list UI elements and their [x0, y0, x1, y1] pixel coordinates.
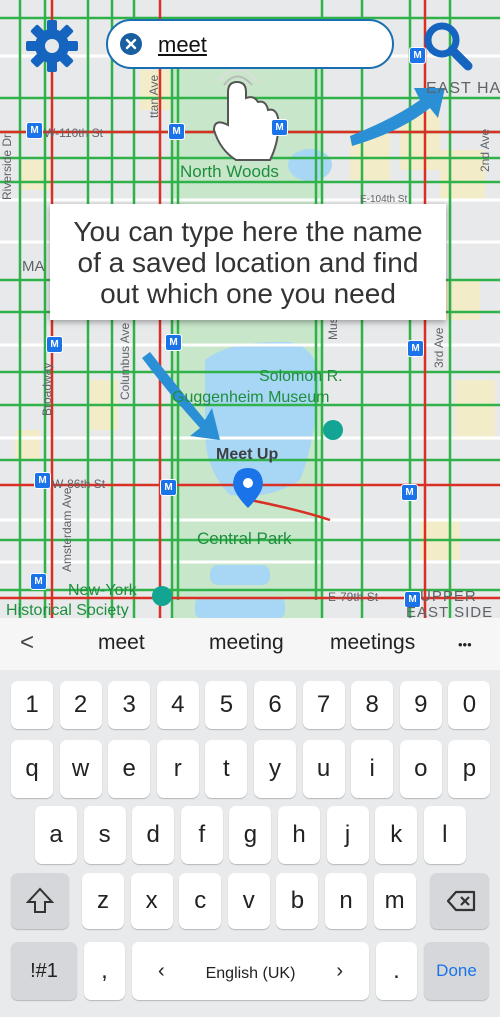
- clear-search-button[interactable]: [120, 33, 142, 55]
- park-label-north-woods: North Woods: [180, 162, 279, 181]
- key[interactable]: 0: [448, 681, 491, 729]
- tooltip-text-line: You can type here the name: [73, 216, 423, 247]
- key[interactable]: 1: [11, 681, 53, 729]
- shift-key[interactable]: [11, 873, 69, 929]
- metro-icon[interactable]: M: [407, 340, 424, 357]
- tooltip-text-line: of a saved location and find: [77, 247, 419, 278]
- street-label: 2nd Ave: [478, 128, 492, 172]
- street-label: Riverside Dr: [0, 133, 14, 200]
- metro-icon[interactable]: M: [30, 573, 47, 590]
- settings-button[interactable]: [24, 18, 80, 74]
- tooltip-text-line: out which one you need: [100, 278, 396, 309]
- key[interactable]: 3: [108, 681, 151, 729]
- key[interactable]: 5: [205, 681, 248, 729]
- period-key[interactable]: .: [376, 942, 417, 1000]
- neighborhood-label: EAST HA: [426, 80, 500, 97]
- metro-icon[interactable]: M: [168, 123, 185, 140]
- key[interactable]: p: [448, 740, 491, 798]
- key[interactable]: z: [82, 873, 124, 929]
- neighborhood-label: EAST SIDE: [406, 604, 494, 618]
- key[interactable]: y: [254, 740, 296, 798]
- key[interactable]: v: [227, 873, 270, 929]
- gear-icon: [26, 20, 78, 72]
- key[interactable]: w: [59, 740, 102, 798]
- key[interactable]: 8: [351, 681, 394, 729]
- key[interactable]: 9: [399, 681, 442, 729]
- key[interactable]: s: [83, 806, 126, 864]
- key[interactable]: l: [423, 806, 466, 864]
- metro-icon[interactable]: M: [34, 472, 51, 489]
- neighborhood-label: MA: [22, 258, 45, 275]
- key[interactable]: h: [278, 806, 320, 864]
- place-label: Historical Society: [6, 602, 129, 618]
- comma-key[interactable]: ,: [84, 942, 125, 1000]
- key[interactable]: k: [375, 806, 418, 864]
- key[interactable]: u: [302, 740, 345, 798]
- street-label: Columbus Ave: [118, 322, 132, 400]
- metro-icon[interactable]: M: [160, 479, 177, 496]
- park-label-central-park: Central Park: [197, 529, 292, 548]
- street-label: 3rd Ave: [432, 327, 446, 368]
- street-label: Broadway: [40, 362, 54, 416]
- metro-icon[interactable]: M: [165, 334, 182, 351]
- space-label: English (UK): [205, 965, 296, 982]
- key[interactable]: q: [11, 740, 53, 798]
- key[interactable]: f: [180, 806, 223, 864]
- key[interactable]: 7: [302, 681, 345, 729]
- backspace-key[interactable]: [430, 873, 489, 929]
- key[interactable]: d: [132, 806, 175, 864]
- key[interactable]: t: [205, 740, 248, 798]
- metro-icon[interactable]: M: [271, 119, 288, 136]
- keyboard: !#1 , ‹ English (UK) › . Done 1234567890…: [0, 670, 500, 1017]
- space-left-arrow[interactable]: ‹: [158, 942, 165, 1000]
- street-label: W-110th St: [44, 126, 103, 140]
- shift-icon: [25, 887, 55, 913]
- space-key[interactable]: ‹ English (UK) ›: [132, 942, 369, 1000]
- metro-icon[interactable]: M: [401, 484, 418, 501]
- museum-label: Guggenheim Museum: [172, 389, 330, 406]
- key[interactable]: m: [373, 873, 416, 929]
- search-icon: [424, 22, 473, 71]
- key[interactable]: i: [351, 740, 394, 798]
- space-right-arrow[interactable]: ›: [336, 942, 343, 1000]
- key[interactable]: g: [229, 806, 272, 864]
- pin-label: Meet Up: [216, 446, 279, 463]
- key[interactable]: 4: [156, 681, 199, 729]
- key[interactable]: b: [276, 873, 319, 929]
- key[interactable]: x: [130, 873, 173, 929]
- street-label: E-79th St: [328, 590, 379, 604]
- suggestion-item[interactable]: meet: [98, 631, 145, 655]
- key[interactable]: e: [108, 740, 151, 798]
- metro-icon[interactable]: M: [46, 336, 63, 353]
- key[interactable]: o: [399, 740, 442, 798]
- key[interactable]: c: [179, 873, 222, 929]
- done-key[interactable]: Done: [424, 942, 489, 1000]
- street-label: Mus: [326, 317, 340, 340]
- key[interactable]: n: [325, 873, 367, 929]
- suggestion-strip: < meet meeting meetings •••: [0, 618, 500, 671]
- search-input[interactable]: meet: [106, 19, 394, 69]
- search-button[interactable]: [418, 16, 476, 74]
- place-label: New-York: [68, 582, 137, 599]
- search-query-text[interactable]: meet: [158, 32, 207, 58]
- key[interactable]: 2: [59, 681, 102, 729]
- key[interactable]: j: [326, 806, 369, 864]
- backspace-icon: [446, 890, 476, 912]
- street-label: Amsterdam Ave: [60, 487, 74, 572]
- close-icon: [125, 38, 137, 50]
- suggestion-back-button[interactable]: <: [20, 629, 34, 657]
- key[interactable]: r: [156, 740, 199, 798]
- suggestion-item[interactable]: meeting: [209, 631, 284, 655]
- museum-label: Solomon R.: [259, 368, 343, 385]
- suggestion-item[interactable]: meetings: [330, 631, 415, 655]
- neighborhood-label: UPPER: [420, 588, 477, 605]
- key[interactable]: a: [35, 806, 77, 864]
- metro-icon[interactable]: M: [26, 122, 43, 139]
- more-suggestions-button[interactable]: •••: [458, 637, 472, 652]
- symbols-key[interactable]: !#1: [11, 942, 77, 1000]
- street-label: ttan Ave: [147, 74, 161, 118]
- key[interactable]: 6: [254, 681, 296, 729]
- hint-tooltip: You can type here the name of a saved lo…: [50, 204, 446, 320]
